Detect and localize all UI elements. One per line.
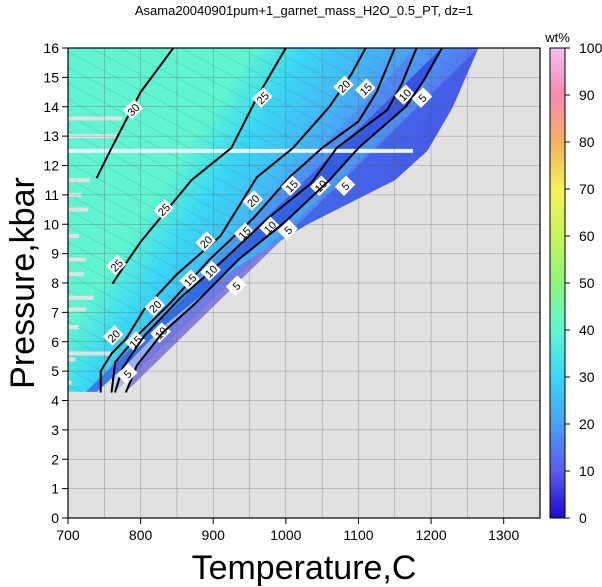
colorbar-tick-label: 40 — [579, 322, 595, 338]
colorbar-tick-label: 0 — [579, 510, 587, 526]
x-tick-label: 1300 — [488, 527, 519, 543]
colorbar-tick-label: 60 — [579, 228, 595, 244]
colorbar: 0 10 20 30 40 50 60 70 80 90 100 wt% — [544, 30, 602, 526]
colorbar-tick-label: 50 — [579, 275, 595, 291]
colorbar-unit: wt% — [544, 30, 570, 45]
y-axis: 012345678910111213141516 — [43, 40, 68, 526]
colorbar-tick-label: 80 — [579, 134, 595, 150]
y-tick-label: 6 — [51, 334, 59, 350]
y-tick-label: 14 — [43, 99, 59, 115]
colorbar-tick-label: 10 — [579, 463, 595, 479]
plot-area: 3025252520202020201515151515101010101055… — [67, 47, 541, 519]
y-tick-label: 4 — [51, 393, 59, 409]
y-tick-label: 3 — [51, 422, 59, 438]
x-tick-label: 900 — [202, 527, 226, 543]
x-tick-label: 800 — [129, 527, 153, 543]
y-tick-label: 13 — [43, 128, 59, 144]
colorbar-tick-label: 90 — [579, 87, 595, 103]
y-tick-label: 1 — [51, 481, 59, 497]
colorbar-gradient — [549, 47, 566, 519]
colorbar-ticks: 0 10 20 30 40 50 60 70 80 90 100 — [565, 40, 602, 526]
y-tick-label: 8 — [51, 275, 59, 291]
x-tick-label: 700 — [56, 527, 80, 543]
y-tick-label: 7 — [51, 304, 59, 320]
x-tick-label: 1000 — [270, 527, 301, 543]
y-axis-label: Pressure,kbar — [4, 177, 42, 389]
y-tick-label: 16 — [43, 40, 59, 56]
colorbar-tick-label: 70 — [579, 181, 595, 197]
phase-diagram-chart: Asama20040901pum+1_garnet_mass_H2O_0.5_P… — [4, 3, 602, 587]
x-tick-label: 1100 — [343, 527, 373, 543]
y-tick-label: 9 — [51, 246, 59, 262]
y-tick-label: 10 — [43, 216, 59, 232]
chart-title: Asama20040901pum+1_garnet_mass_H2O_0.5_P… — [135, 3, 473, 18]
colorbar-tick-label: 20 — [579, 416, 595, 432]
y-tick-label: 12 — [43, 158, 59, 174]
x-axis: 700 800 900 1000 1100 1200 1300 — [56, 518, 519, 543]
x-axis-label: Temperature,C — [192, 549, 417, 587]
x-tick-label: 1200 — [415, 527, 446, 543]
colorbar-tick-label: 100 — [579, 40, 602, 56]
y-tick-label: 0 — [51, 510, 59, 526]
y-tick-label: 5 — [51, 363, 59, 379]
y-tick-label: 11 — [44, 187, 59, 203]
y-tick-label: 2 — [51, 451, 59, 467]
colorbar-tick-label: 30 — [579, 369, 595, 385]
y-tick-label: 15 — [43, 69, 59, 85]
